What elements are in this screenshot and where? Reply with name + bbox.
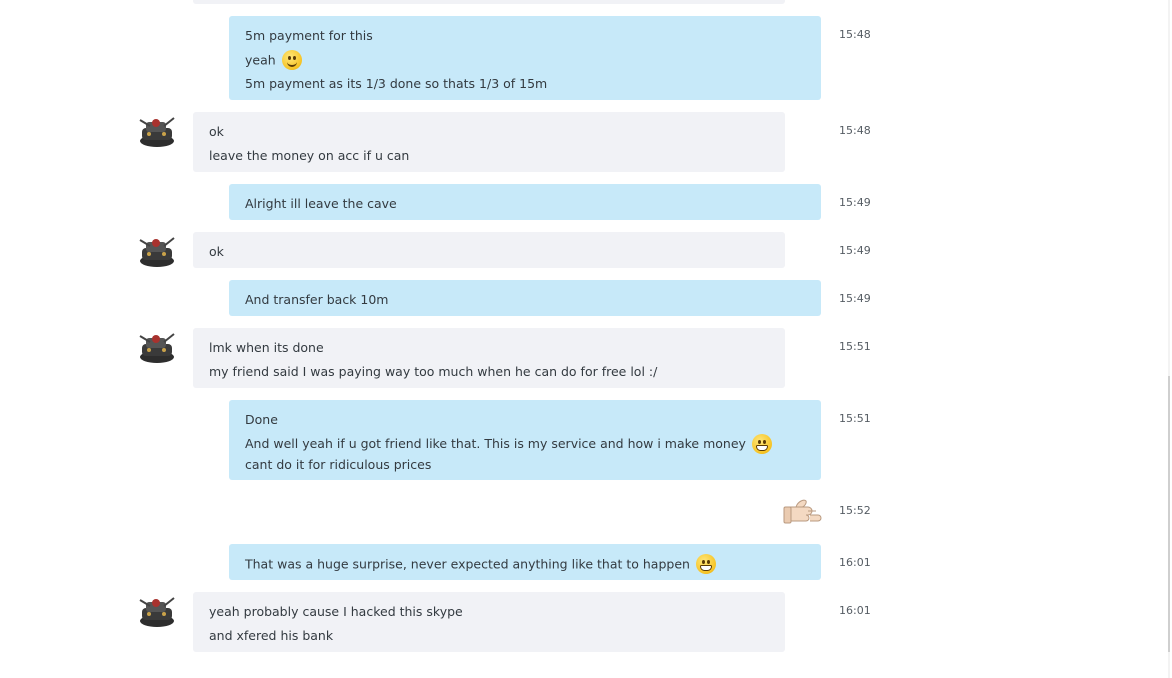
message-line: yeah <box>245 50 805 75</box>
message-bubble-outgoing[interactable]: 5m payment for this yeah 5m payment as i… <box>229 16 821 100</box>
contact-avatar-icon[interactable] <box>138 330 176 364</box>
message-line: yeah probably cause I hacked this skype <box>209 604 463 619</box>
thumbs-up-icon[interactable] <box>782 497 822 529</box>
message-line: 5m payment as its 1/3 done so thats 1/3 … <box>245 76 548 91</box>
previous-message-edge <box>193 0 785 4</box>
message-timestamp: 15:51 <box>839 340 871 353</box>
contact-avatar-icon[interactable] <box>138 234 176 268</box>
message-timestamp: 15:48 <box>839 28 871 41</box>
message-line: ok <box>209 244 224 259</box>
message-timestamp: 16:01 <box>839 604 871 617</box>
contact-avatar-icon[interactable] <box>138 114 176 148</box>
message-bubble-incoming[interactable]: yeah probably cause I hacked this skype … <box>193 592 785 652</box>
message-line: my friend said I was paying way too much… <box>209 364 658 379</box>
grin-emoji-icon <box>695 554 716 574</box>
scrollbar-thumb[interactable] <box>1168 376 1170 652</box>
message-bubble-outgoing[interactable]: And transfer back 10m <box>229 280 821 316</box>
message-bubble-outgoing[interactable]: Done And well yeah if u got friend like … <box>229 400 821 480</box>
message-line: And transfer back 10m <box>245 292 389 307</box>
message-line: That was a huge surprise, never expected… <box>245 554 805 579</box>
message-timestamp: 15:48 <box>839 124 871 137</box>
message-timestamp: 15:49 <box>839 244 871 257</box>
message-line: lmk when its done <box>209 340 324 355</box>
message-timestamp: 15:51 <box>839 412 871 425</box>
message-timestamp: 15:49 <box>839 196 871 209</box>
message-bubble-outgoing[interactable]: That was a huge surprise, never expected… <box>229 544 821 580</box>
grin-emoji-icon <box>751 433 772 454</box>
message-line: leave the money on acc if u can <box>209 148 410 163</box>
message-bubble-incoming[interactable]: ok leave the money on acc if u can <box>193 112 785 172</box>
message-timestamp: 15:52 <box>839 504 871 517</box>
message-bubble-incoming[interactable]: ok <box>193 232 785 268</box>
message-timestamp: 15:49 <box>839 292 871 305</box>
message-line: Done <box>245 412 278 427</box>
contact-avatar-icon[interactable] <box>138 594 176 628</box>
message-line: ok <box>209 124 224 139</box>
message-timestamp: 16:01 <box>839 556 871 569</box>
message-line: and xfered his bank <box>209 628 334 643</box>
message-line: And well yeah if u got friend like that.… <box>245 433 785 475</box>
message-line: 5m payment for this <box>245 28 373 43</box>
smile-emoji-icon <box>281 50 302 70</box>
message-bubble-outgoing[interactable]: Alright ill leave the cave <box>229 184 821 220</box>
message-line: Alright ill leave the cave <box>245 196 397 211</box>
message-bubble-incoming[interactable]: lmk when its done my friend said I was p… <box>193 328 785 388</box>
